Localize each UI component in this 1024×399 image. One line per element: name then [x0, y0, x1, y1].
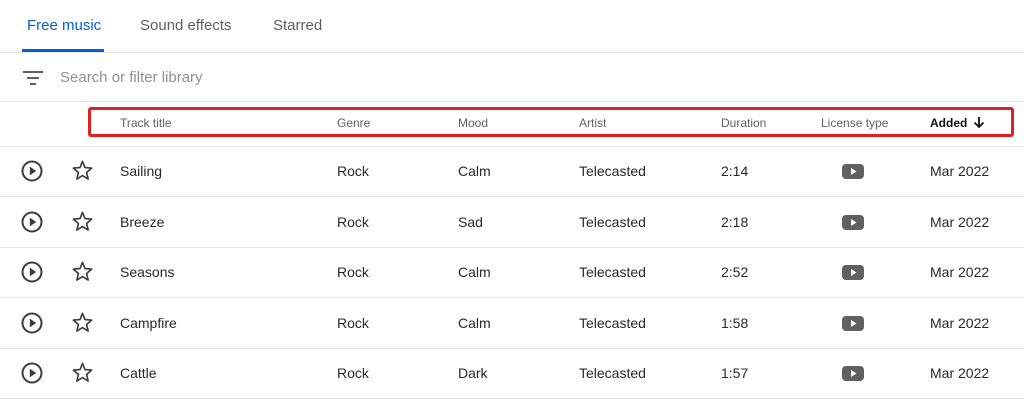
- track-artist: Telecasted: [579, 365, 646, 381]
- tab-starred[interactable]: Starred: [273, 17, 322, 34]
- filter-bar: [0, 53, 1024, 102]
- column-header-added[interactable]: Added: [930, 116, 985, 130]
- column-header-added-label: Added: [930, 116, 968, 130]
- track-artist: Telecasted: [579, 163, 646, 179]
- youtube-icon: [842, 164, 864, 179]
- play-icon[interactable]: [21, 211, 43, 233]
- table-header: Track title Genre Mood Artist Duration L…: [0, 102, 1024, 147]
- star-icon[interactable]: [71, 311, 94, 334]
- play-icon[interactable]: [21, 312, 43, 334]
- column-header-genre[interactable]: Genre: [337, 116, 370, 130]
- youtube-icon: [842, 265, 864, 280]
- play-icon[interactable]: [21, 160, 43, 182]
- track-genre: Rock: [337, 213, 369, 230]
- track-added: Mar 2022: [930, 264, 990, 280]
- track-mood: Calm: [458, 264, 491, 280]
- track-duration: 2:14: [721, 163, 749, 179]
- track-duration: 2:18: [721, 213, 749, 230]
- column-header-duration[interactable]: Duration: [721, 116, 766, 130]
- search-input[interactable]: [60, 63, 660, 91]
- tab-bar: Free music Sound effects Starred: [0, 0, 1024, 53]
- track-genre: Rock: [337, 314, 369, 331]
- column-header-artist[interactable]: Artist: [579, 116, 606, 130]
- arrow-down-icon: [974, 117, 985, 129]
- track-mood: Dark: [458, 365, 488, 381]
- tab-sound-effects[interactable]: Sound effects: [140, 17, 231, 34]
- filter-icon[interactable]: [22, 69, 44, 87]
- track-duration: 1:57: [721, 365, 749, 381]
- active-tab-indicator: [22, 49, 104, 52]
- table-row[interactable]: Campfire Rock Calm Telecasted 1:58 Mar 2022: [0, 298, 1024, 349]
- track-title: Campfire: [120, 314, 177, 331]
- track-title: Seasons: [120, 264, 175, 280]
- track-title: Cattle: [120, 365, 157, 381]
- star-icon[interactable]: [71, 159, 94, 182]
- track-mood: Sad: [458, 213, 483, 230]
- track-added: Mar 2022: [930, 213, 990, 230]
- column-header-mood[interactable]: Mood: [458, 116, 488, 130]
- track-added: Mar 2022: [930, 314, 990, 331]
- star-icon[interactable]: [71, 361, 94, 384]
- play-icon[interactable]: [21, 261, 43, 283]
- youtube-icon: [842, 315, 864, 331]
- table-row[interactable]: Sailing Rock Calm Telecasted 2:14 Mar 2022: [0, 146, 1024, 197]
- track-title: Sailing: [120, 163, 163, 179]
- track-mood: Calm: [458, 314, 491, 331]
- table-row[interactable]: Breeze Rock Sad Telecasted 2:18 Mar 2022: [0, 197, 1024, 248]
- table-row[interactable]: Cattle Rock Dark Telecasted 1:57 Mar 2022: [0, 348, 1024, 399]
- track-added: Mar 2022: [930, 163, 990, 179]
- track-mood: Calm: [458, 163, 491, 179]
- track-artist: Telecasted: [579, 314, 646, 331]
- track-artist: Telecasted: [579, 213, 646, 230]
- track-title: Breeze: [120, 213, 165, 230]
- track-duration: 1:58: [721, 314, 749, 331]
- youtube-icon: [842, 214, 864, 230]
- play-icon[interactable]: [21, 362, 43, 384]
- track-artist: Telecasted: [579, 264, 646, 280]
- star-icon[interactable]: [71, 210, 94, 233]
- column-header-license-type[interactable]: License type: [821, 116, 888, 130]
- column-header-track-title[interactable]: Track title: [120, 116, 172, 130]
- star-icon[interactable]: [71, 260, 94, 283]
- track-genre: Rock: [337, 365, 369, 381]
- track-genre: Rock: [337, 264, 369, 280]
- tab-free-music[interactable]: Free music: [27, 17, 101, 34]
- table-row[interactable]: Seasons Rock Calm Telecasted 2:52 Mar 2022: [0, 247, 1024, 298]
- track-duration: 2:52: [721, 264, 749, 280]
- youtube-icon: [842, 366, 864, 381]
- track-genre: Rock: [337, 163, 369, 179]
- track-added: Mar 2022: [930, 365, 990, 381]
